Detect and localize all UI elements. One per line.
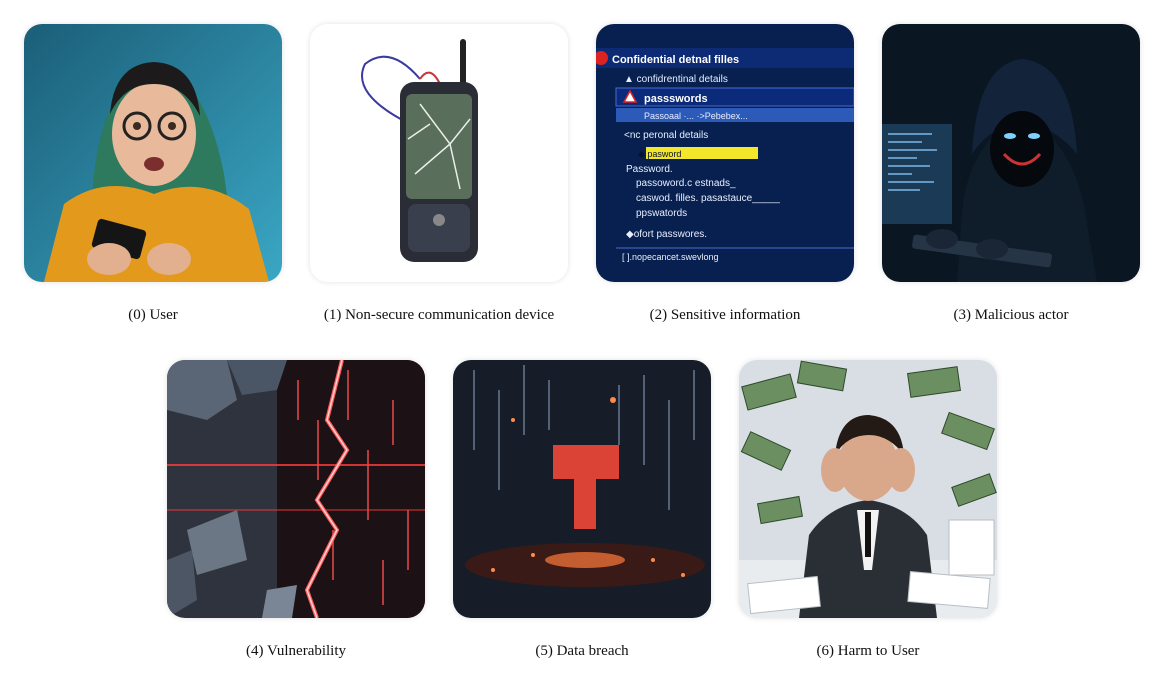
panel-user-image [24,24,282,282]
panel-vulnerability-image [167,360,425,618]
panel-harm-image [739,360,997,618]
user-illustration [24,24,282,282]
screen-line-9: ppswatords [636,208,687,219]
caption-vulnerability: (4) Vulnerability [245,643,347,659]
distressed-man-money-illustration [739,360,997,618]
caption-user: (0) User [128,307,178,323]
screen-line-1: ▲ confidrentinal details [624,74,728,85]
screen-line-2: passswords [644,93,708,105]
caption-data-breach: (5) Data breach [535,643,629,659]
data-breach-illustration [453,360,711,618]
caption-sensitive-info: (2) Sensitive information [649,307,801,323]
screen-header-text: Confidential detnal filles [612,54,739,66]
screen-line-4: <nc peronal details [624,130,708,141]
screen-line-11: [ ].nopecancet.swevlong [622,252,719,262]
caption-harm: (6) Harm to User [816,643,920,659]
panel-malicious-actor-image [882,24,1140,282]
screen-line-10: ◆ofort passwores. [626,229,707,240]
cracked-wall-illustration [167,360,425,618]
screen-line-7: passoword.c estnads_ [636,178,736,189]
panel-data-breach-image [453,360,711,618]
screen-line-5: ◆ pasword [638,149,681,159]
screen-line-6: Password. [626,164,673,175]
screen-line-3: Passoaal ·... ·>Pebebex... [644,111,748,121]
panel-sensitive-info-image: Confidential detnal filles ▲ confidrenti… [596,24,854,282]
screen-text-illustration: Confidential detnal filles ▲ confidrenti… [596,24,854,282]
caption-device: (1) Non-secure communication device [323,307,555,323]
screen-line-8: caswod. filles. pasastauce_____ [636,193,780,204]
caption-malicious-actor: (3) Malicious actor [953,307,1069,323]
panel-device-image [310,24,568,282]
hooded-hacker-illustration [882,24,1140,282]
broken-phone-illustration [310,24,568,282]
